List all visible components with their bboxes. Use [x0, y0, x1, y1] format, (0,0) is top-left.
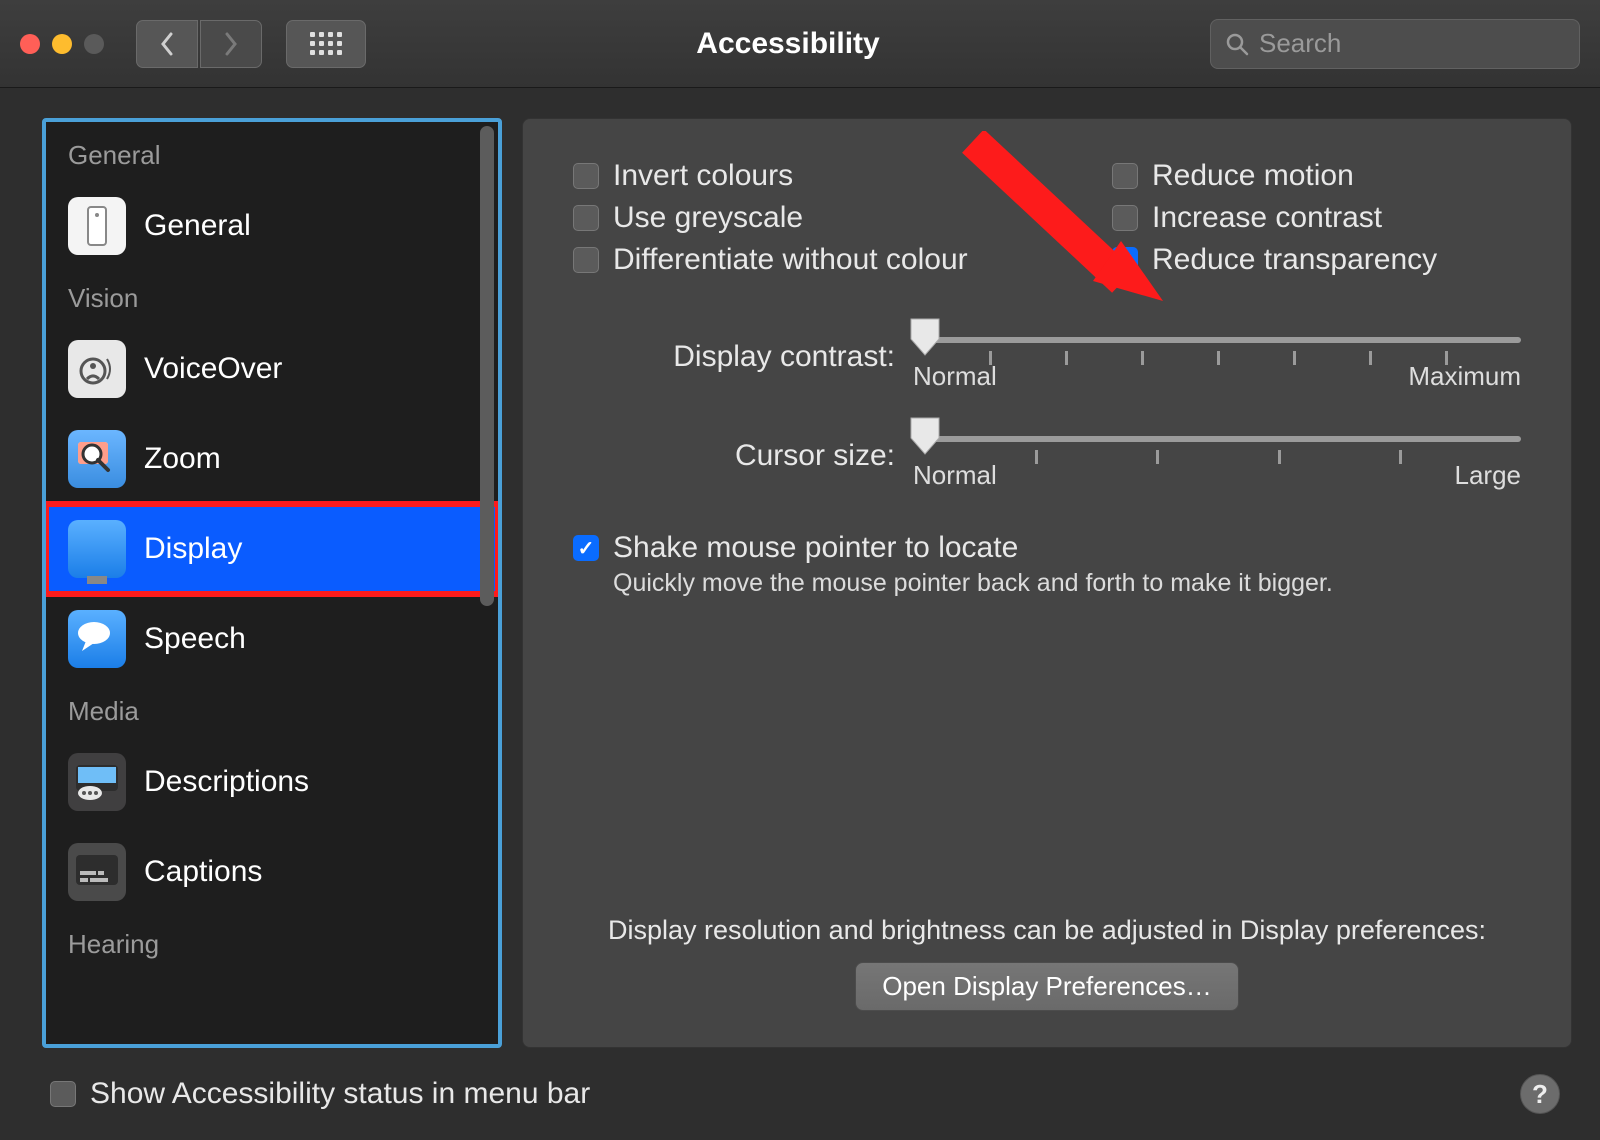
- sidebar-section-hearing: Hearing: [46, 917, 498, 970]
- checkbox-label: Reduce transparency: [1152, 243, 1437, 277]
- checkbox-label: Differentiate without colour: [613, 243, 968, 277]
- checkbox-icon: [1112, 163, 1138, 189]
- voiceover-icon: [68, 340, 126, 398]
- display-contrast-row: Display contrast: Normal Maximum: [573, 321, 1521, 392]
- checkbox-reduce-motion[interactable]: Reduce motion: [1112, 159, 1521, 193]
- sidebar-item-captions[interactable]: Captions: [46, 827, 498, 917]
- checkbox-icon: ✓: [573, 535, 599, 561]
- checkbox-increase-contrast[interactable]: Increase contrast: [1112, 201, 1521, 235]
- checkbox-reduce-transparency[interactable]: ✓ Reduce transparency: [1112, 243, 1521, 277]
- checkbox-icon: [573, 247, 599, 273]
- sidebar-item-label: Speech: [144, 622, 246, 656]
- checkbox-label: Increase contrast: [1152, 201, 1382, 235]
- show-all-button[interactable]: [286, 20, 366, 68]
- cursor-min-label: Normal: [913, 460, 997, 491]
- zoom-window-button[interactable]: [84, 34, 104, 54]
- sidebar-section-vision: Vision: [46, 271, 498, 324]
- display-icon: [68, 520, 126, 578]
- search-placeholder: Search: [1259, 28, 1341, 59]
- descriptions-icon: [68, 753, 126, 811]
- sidebar-item-label: VoiceOver: [144, 352, 282, 386]
- sidebar-item-label: Display: [144, 532, 242, 566]
- minimize-window-button[interactable]: [52, 34, 72, 54]
- cursor-size-label: Cursor size:: [573, 439, 913, 473]
- window-controls: [20, 34, 104, 54]
- cursor-size-row: Cursor size: Normal Large: [573, 420, 1521, 491]
- checkbox-label: Show Accessibility status in menu bar: [90, 1077, 590, 1111]
- grid-icon: [310, 32, 342, 55]
- close-window-button[interactable]: [20, 34, 40, 54]
- chevron-right-icon: [223, 32, 239, 56]
- checkbox-icon: [50, 1081, 76, 1107]
- checkbox-use-greyscale[interactable]: Use greyscale: [573, 201, 982, 235]
- shake-pointer-hint: Quickly move the mouse pointer back and …: [613, 569, 1521, 598]
- sidebar-item-general[interactable]: General: [46, 181, 498, 271]
- slider-thumb-icon: [907, 317, 943, 357]
- display-options: Invert colours Reduce motion Use greysca…: [573, 159, 1521, 277]
- cursor-max-label: Large: [1455, 460, 1522, 491]
- display-contrast-slider[interactable]: [913, 321, 1521, 359]
- nav-buttons: [136, 20, 262, 68]
- sidebar-section-general: General: [46, 128, 498, 181]
- checkbox-label: Reduce motion: [1152, 159, 1354, 193]
- general-icon: [68, 197, 126, 255]
- back-button[interactable]: [136, 20, 198, 68]
- sidebar-item-display[interactable]: Display: [46, 504, 498, 594]
- checkbox-label: Shake mouse pointer to locate: [613, 531, 1018, 565]
- window-title: Accessibility: [376, 27, 1200, 61]
- scrollbar[interactable]: [480, 126, 494, 606]
- shake-pointer-option: ✓ Shake mouse pointer to locate Quickly …: [573, 531, 1521, 598]
- help-button[interactable]: ?: [1520, 1074, 1560, 1114]
- contrast-min-label: Normal: [913, 361, 997, 392]
- slider-thumb-icon: [907, 416, 943, 456]
- checkbox-differentiate-without-colour[interactable]: Differentiate without colour: [573, 243, 982, 277]
- checkbox-show-accessibility-status[interactable]: Show Accessibility status in menu bar: [50, 1077, 590, 1111]
- forward-button[interactable]: [200, 20, 262, 68]
- sidebar-item-speech[interactable]: Speech: [46, 594, 498, 684]
- sidebar: General General Vision VoiceOver Zoom: [42, 118, 502, 1048]
- sidebar-item-voiceover[interactable]: VoiceOver: [46, 324, 498, 414]
- checkbox-icon: [573, 205, 599, 231]
- open-display-preferences-button[interactable]: Open Display Preferences…: [855, 962, 1238, 1011]
- checkbox-shake-pointer[interactable]: ✓ Shake mouse pointer to locate: [573, 531, 1521, 565]
- chevron-left-icon: [159, 32, 175, 56]
- main-panel: Invert colours Reduce motion Use greysca…: [522, 118, 1572, 1048]
- speech-icon: [68, 610, 126, 668]
- sidebar-item-label: Descriptions: [144, 765, 309, 799]
- checkbox-icon: [1112, 205, 1138, 231]
- checkbox-icon: ✓: [1112, 247, 1138, 273]
- sidebar-section-media: Media: [46, 684, 498, 737]
- display-contrast-label: Display contrast:: [573, 340, 913, 374]
- display-prefs-hint: Display resolution and brightness can be…: [573, 915, 1521, 946]
- sidebar-item-label: General: [144, 209, 251, 243]
- titlebar: Accessibility Search: [0, 0, 1600, 88]
- search-field[interactable]: Search: [1210, 19, 1580, 69]
- checkbox-invert-colours[interactable]: Invert colours: [573, 159, 982, 193]
- content-area: General General Vision VoiceOver Zoom: [0, 88, 1600, 1048]
- footer: Show Accessibility status in menu bar ?: [0, 1048, 1600, 1140]
- sidebar-item-label: Zoom: [144, 442, 221, 476]
- sidebar-item-descriptions[interactable]: Descriptions: [46, 737, 498, 827]
- zoom-icon: [68, 430, 126, 488]
- contrast-max-label: Maximum: [1408, 361, 1521, 392]
- checkbox-label: Invert colours: [613, 159, 793, 193]
- checkbox-label: Use greyscale: [613, 201, 803, 235]
- sidebar-item-zoom[interactable]: Zoom: [46, 414, 498, 504]
- help-icon: ?: [1532, 1079, 1548, 1110]
- checkbox-icon: [573, 163, 599, 189]
- captions-icon: [68, 843, 126, 901]
- search-icon: [1225, 32, 1249, 56]
- cursor-size-slider[interactable]: [913, 420, 1521, 458]
- sidebar-item-label: Captions: [144, 855, 262, 889]
